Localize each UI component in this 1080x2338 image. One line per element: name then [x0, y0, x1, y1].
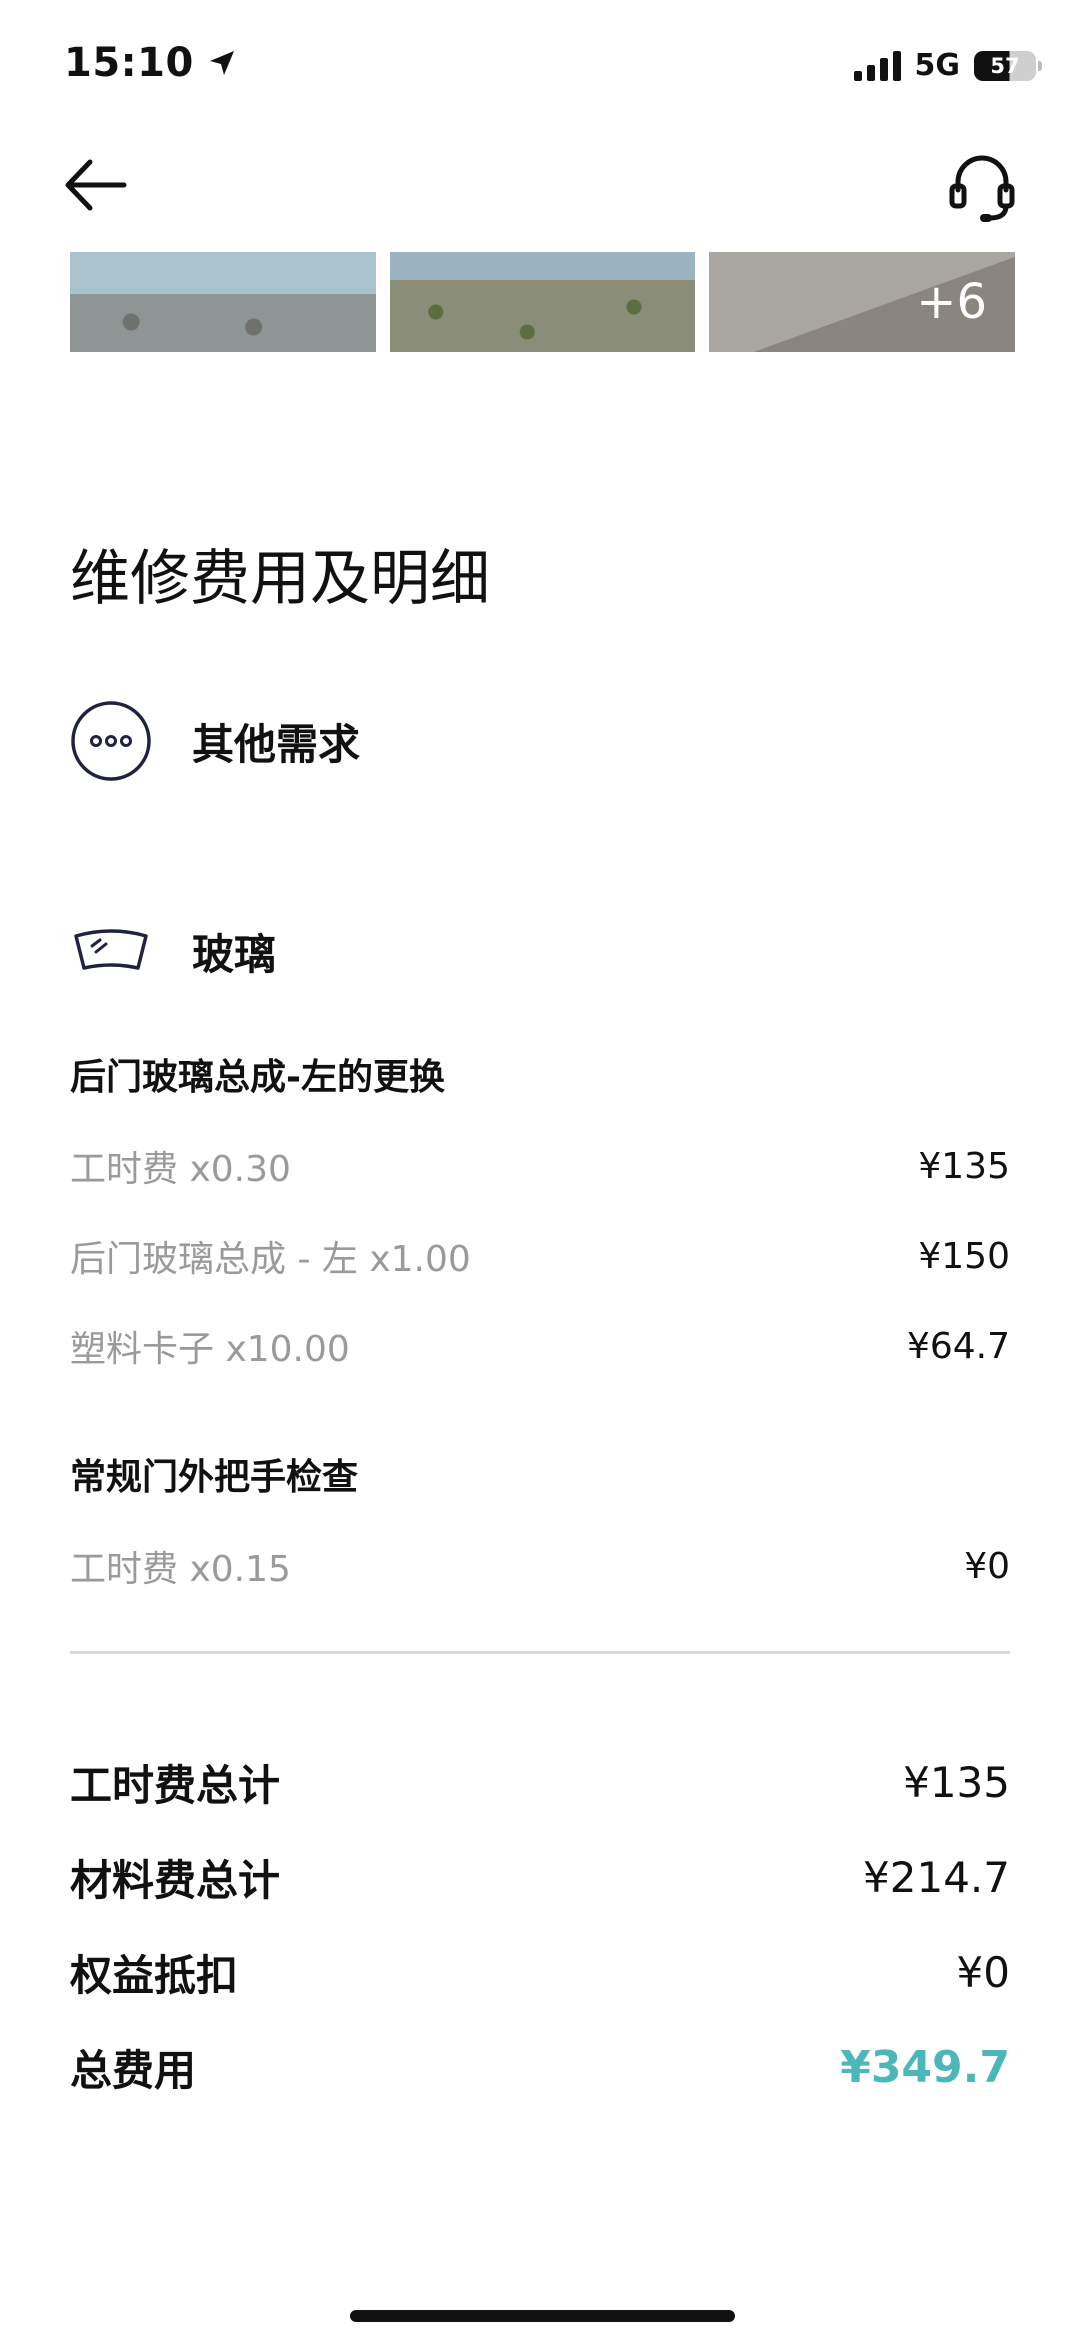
time-text: 15:10 — [64, 40, 194, 86]
status-bar-right: 5G 57 — [853, 48, 1042, 83]
photo-thumbnail[interactable] — [70, 252, 376, 352]
category-label: 其他需求 — [192, 719, 361, 769]
total-label: 材料费总计 — [70, 1856, 281, 1905]
divider — [70, 1651, 1010, 1654]
total-value: ¥214.7 — [863, 1853, 1010, 1902]
repair-item-title: 常规门外把手检查 — [70, 1457, 359, 1498]
material-total-row: 材料费总计 ¥214.7 — [70, 1847, 1010, 1908]
grand-total-row: 总费用 ¥349.7 — [70, 2037, 1010, 2098]
cost-line-price: ¥135 — [918, 1145, 1010, 1187]
cost-line: 工时费 x0.30 ¥135 — [70, 1140, 1010, 1192]
cost-line: 塑料卡子 x10.00 ¥64.7 — [70, 1320, 1010, 1372]
labor-total-row: 工时费总计 ¥135 — [70, 1752, 1010, 1813]
benefit-deduction-row: 权益抵扣 ¥0 — [70, 1942, 1010, 2003]
cost-line-name: 塑料卡子 x10.00 — [70, 1329, 350, 1370]
cost-line-price: ¥150 — [918, 1235, 1010, 1277]
cost-line-price: ¥0 — [964, 1545, 1010, 1587]
back-button[interactable] — [60, 150, 130, 220]
category-label: 玻璃 — [192, 929, 277, 979]
photo-thumbnail[interactable] — [389, 252, 696, 352]
cost-line-name: 工时费 x0.15 — [70, 1549, 291, 1590]
cost-line-price: ¥64.7 — [906, 1325, 1010, 1367]
headset-icon — [949, 155, 1015, 222]
photo-thumbnail-more[interactable]: +6 — [709, 252, 1016, 352]
battery-level: 57 — [990, 53, 1020, 78]
repair-photos: +6 — [70, 252, 1016, 352]
location-arrow-icon — [209, 51, 234, 75]
more-photos-count: +6 — [916, 274, 988, 330]
page-section-title: 维修费用及明细 — [70, 544, 490, 614]
customer-service-button[interactable] — [944, 150, 1020, 226]
more-dots-icon — [71, 701, 151, 781]
category-glass: 玻璃 — [70, 910, 276, 992]
cost-line-name: 工时费 x0.30 — [70, 1149, 291, 1190]
total-label: 工时费总计 — [70, 1761, 281, 1810]
total-label: 权益抵扣 — [70, 1951, 239, 2000]
signal-icon — [853, 50, 901, 81]
total-value: ¥0 — [956, 1948, 1010, 1997]
repair-item-title: 后门玻璃总成-左的更换 — [70, 1057, 445, 1098]
cost-line-name: 后门玻璃总成 - 左 x1.00 — [70, 1239, 471, 1280]
total-value: ¥135 — [903, 1758, 1010, 1807]
category-other-needs: 其他需求 — [70, 700, 360, 782]
home-indicator[interactable] — [350, 2310, 735, 2322]
battery-icon: 57 — [974, 50, 1042, 81]
windshield-icon — [74, 929, 148, 970]
grand-total-value: ¥349.7 — [840, 2042, 1010, 2093]
cost-line: 后门玻璃总成 - 左 x1.00 ¥150 — [70, 1230, 1010, 1282]
arrow-left-icon — [65, 159, 127, 211]
cost-line: 工时费 x0.15 ¥0 — [70, 1540, 1010, 1592]
grand-total-label: 总费用 — [70, 2046, 197, 2095]
network-type: 5G — [914, 48, 961, 83]
status-bar-time: 15:10 — [64, 40, 238, 86]
